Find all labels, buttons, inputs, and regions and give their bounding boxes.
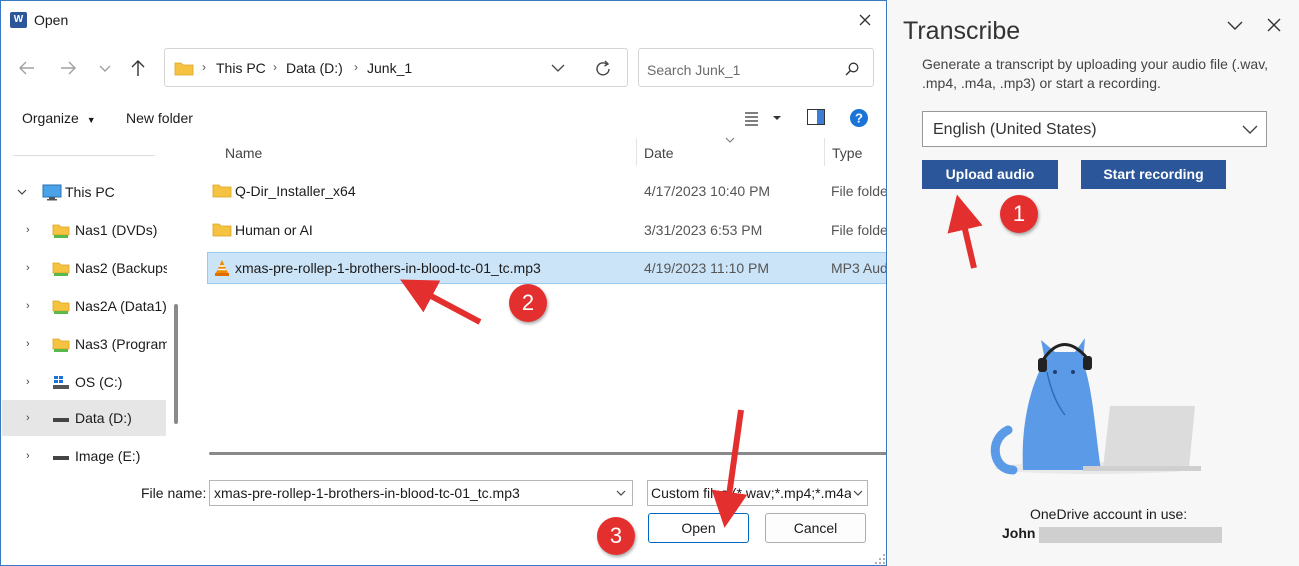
annotation-badge-2: 2	[509, 284, 547, 322]
annotation-arrows	[0, 0, 1299, 566]
annotation-badge-3: 3	[597, 517, 635, 555]
annotation-badge-1: 1	[1000, 195, 1038, 233]
